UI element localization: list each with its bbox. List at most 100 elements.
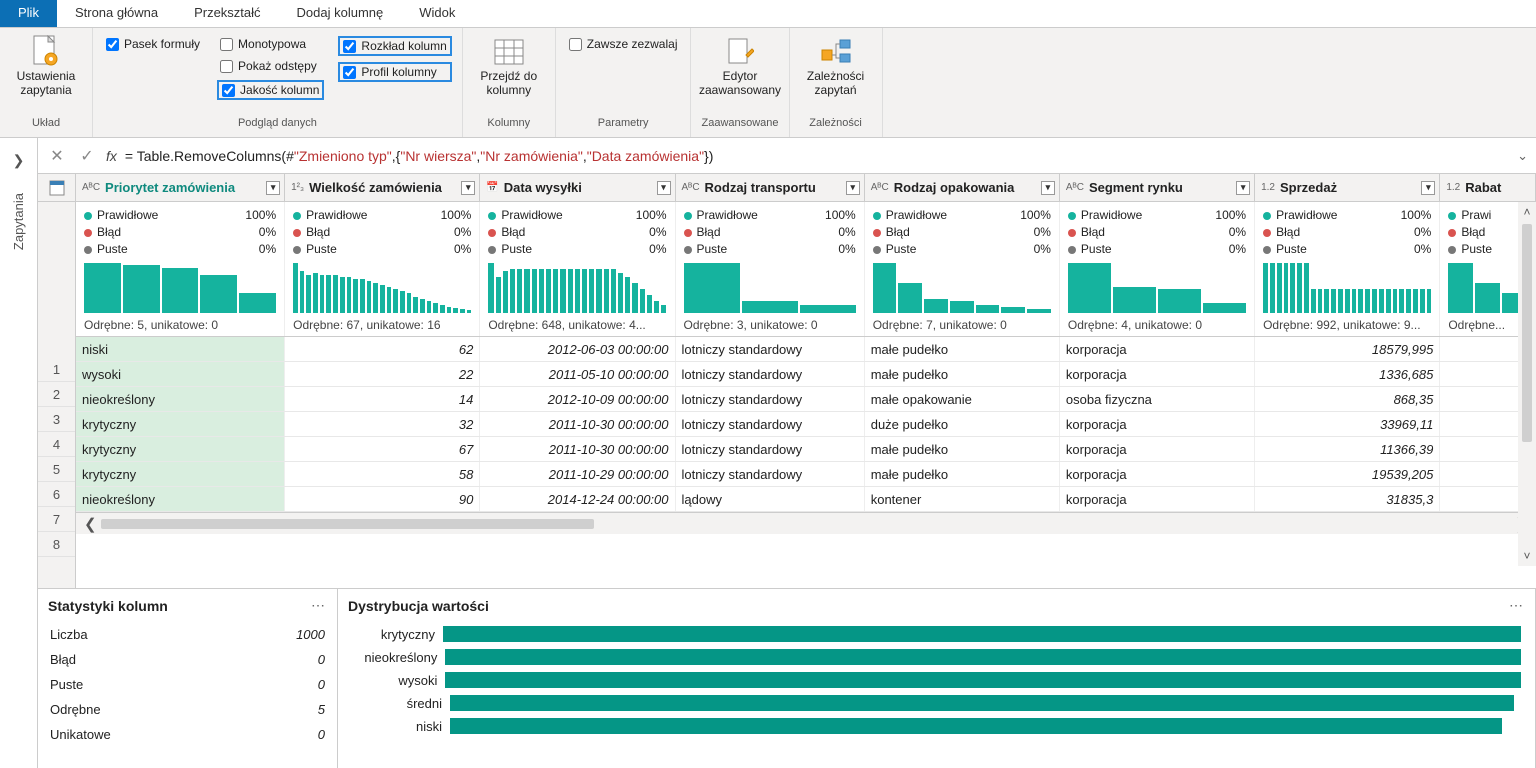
cell[interactable]: 14 [285,387,480,411]
cell[interactable]: korporacja [1060,462,1255,486]
scroll-thumb[interactable] [1522,224,1532,442]
cell[interactable]: korporacja [1060,362,1255,386]
formula-expand-button[interactable]: ⌄ [1517,148,1528,164]
advanced-editor-button[interactable]: Edytor zaawansowany [704,36,776,98]
cell[interactable]: małe opakowanie [865,387,1060,411]
row-number[interactable]: 1 [38,357,75,382]
select-all-button[interactable] [38,174,75,202]
more-menu-button[interactable]: ⋯ [1509,597,1525,614]
column-distribution-checkbox[interactable]: Rozkład kolumn [338,36,451,56]
table-row[interactable]: nieokreślony902014-12-24 00:00:00lądowyk… [76,487,1536,512]
monospace-checkbox[interactable]: Monotypowa [217,36,324,52]
column-header-ordersize[interactable]: 1²₃Wielkość zamówienia▾ [285,174,480,201]
row-number[interactable]: 8 [38,532,75,557]
scroll-thumb[interactable] [101,519,595,529]
filter-dropdown-icon[interactable]: ▾ [1421,181,1435,195]
cell[interactable]: 2012-10-09 00:00:00 [480,387,675,411]
table-row[interactable]: krytyczny322011-10-30 00:00:00lotniczy s… [76,412,1536,437]
table-row[interactable]: wysoki222011-05-10 00:00:00lotniczy stan… [76,362,1536,387]
cell[interactable]: lądowy [676,487,865,511]
fx-icon[interactable]: fx [106,148,117,164]
tab-file[interactable]: Plik [0,0,57,27]
cell[interactable]: 1336,685 [1255,362,1440,386]
column-header-sales[interactable]: 1.2Sprzedaż▾ [1255,174,1440,201]
row-number[interactable]: 3 [38,407,75,432]
scroll-left-icon[interactable]: ❮ [80,515,101,533]
formula-input[interactable]: = Table.RemoveColumns(#"Zmieniono typ",{… [125,148,1509,164]
cell[interactable]: małe pudełko [865,362,1060,386]
cell[interactable]: 90 [285,487,480,511]
cell[interactable]: korporacja [1060,487,1255,511]
column-header-discount[interactable]: 1.2Rabat [1440,174,1536,201]
cell[interactable]: lotniczy standardowy [676,387,865,411]
scroll-down-icon[interactable]: ˅ [1523,546,1530,566]
cell[interactable]: 18579,995 [1255,337,1440,361]
cell[interactable]: korporacja [1060,412,1255,436]
cell[interactable]: lotniczy standardowy [676,337,865,361]
horizontal-scrollbar[interactable]: ❮❯ [76,512,1536,534]
cell[interactable]: lotniczy standardowy [676,437,865,461]
cell[interactable]: 2011-05-10 00:00:00 [480,362,675,386]
cell[interactable]: osoba fizyczna [1060,387,1255,411]
table-row[interactable]: niski622012-06-03 00:00:00lotniczy stand… [76,337,1536,362]
tab-home[interactable]: Strona główna [57,0,176,27]
goto-column-button[interactable]: Przejdź do kolumny [473,36,545,98]
query-dependencies-button[interactable]: Zależności zapytań [800,36,872,98]
column-header-segment[interactable]: AᴮCSegment rynku▾ [1060,174,1255,201]
cell[interactable]: korporacja [1060,437,1255,461]
cell[interactable]: 62 [285,337,480,361]
cell[interactable]: 11366,39 [1255,437,1440,461]
vertical-scrollbar[interactable]: ˄ ˅ [1518,202,1536,566]
cell[interactable]: małe pudełko [865,337,1060,361]
table-row[interactable]: krytyczny672011-10-30 00:00:00lotniczy s… [76,437,1536,462]
row-number[interactable]: 2 [38,382,75,407]
cell[interactable]: 58 [285,462,480,486]
cell[interactable]: 19539,205 [1255,462,1440,486]
cell[interactable]: 31835,3 [1255,487,1440,511]
formula-cancel-button[interactable]: ✕ [46,146,68,166]
filter-dropdown-icon[interactable]: ▾ [266,181,280,195]
cell[interactable]: 2011-10-30 00:00:00 [480,437,675,461]
column-profile-checkbox[interactable]: Profil kolumny [338,62,451,82]
cell[interactable]: krytyczny [76,437,285,461]
cell[interactable]: lotniczy standardowy [676,412,865,436]
cell[interactable]: 2014-12-24 00:00:00 [480,487,675,511]
query-settings-button[interactable]: Ustawienia zapytania [10,36,82,98]
cell[interactable]: 868,35 [1255,387,1440,411]
whitespace-checkbox[interactable]: Pokaż odstępy [217,58,324,74]
cell[interactable]: lotniczy standardowy [676,362,865,386]
cell[interactable]: lotniczy standardowy [676,462,865,486]
tab-addcolumn[interactable]: Dodaj kolumnę [279,0,402,27]
scroll-up-icon[interactable]: ˄ [1523,202,1530,222]
cell[interactable]: krytyczny [76,412,285,436]
cell[interactable]: 2012-06-03 00:00:00 [480,337,675,361]
filter-dropdown-icon[interactable]: ▾ [1041,181,1055,195]
filter-dropdown-icon[interactable]: ▾ [846,181,860,195]
column-header-priority[interactable]: AᴮCPriorytet zamówienia▾ [76,174,285,201]
column-header-transport[interactable]: AᴮCRodzaj transportu▾ [676,174,865,201]
formula-confirm-button[interactable]: ✓ [76,146,98,166]
cell[interactable]: małe pudełko [865,462,1060,486]
cell[interactable]: 32 [285,412,480,436]
always-allow-checkbox[interactable]: Zawsze zezwalaj [566,36,681,52]
cell[interactable]: małe pudełko [865,437,1060,461]
filter-dropdown-icon[interactable]: ▾ [657,181,671,195]
table-row[interactable]: nieokreślony142012-10-09 00:00:00lotnicz… [76,387,1536,412]
cell[interactable]: niski [76,337,285,361]
column-quality-checkbox[interactable]: Jakość kolumn [217,80,324,100]
table-row[interactable]: krytyczny582011-10-29 00:00:00lotniczy s… [76,462,1536,487]
cell[interactable]: 2011-10-29 00:00:00 [480,462,675,486]
queries-pane-collapsed[interactable]: ❯ Zapytania [0,138,38,768]
more-menu-button[interactable]: ⋯ [311,597,327,614]
cell[interactable]: 22 [285,362,480,386]
row-number[interactable]: 6 [38,482,75,507]
filter-dropdown-icon[interactable]: ▾ [1236,181,1250,195]
cell[interactable]: wysoki [76,362,285,386]
filter-dropdown-icon[interactable]: ▾ [461,181,475,195]
row-number[interactable]: 4 [38,432,75,457]
cell[interactable]: 33969,11 [1255,412,1440,436]
formula-bar-checkbox[interactable]: Pasek formuły [103,36,203,52]
tab-transform[interactable]: Przekształć [176,0,278,27]
column-header-shipdate[interactable]: 📅Data wysyłki▾ [480,174,675,201]
row-number[interactable]: 5 [38,457,75,482]
